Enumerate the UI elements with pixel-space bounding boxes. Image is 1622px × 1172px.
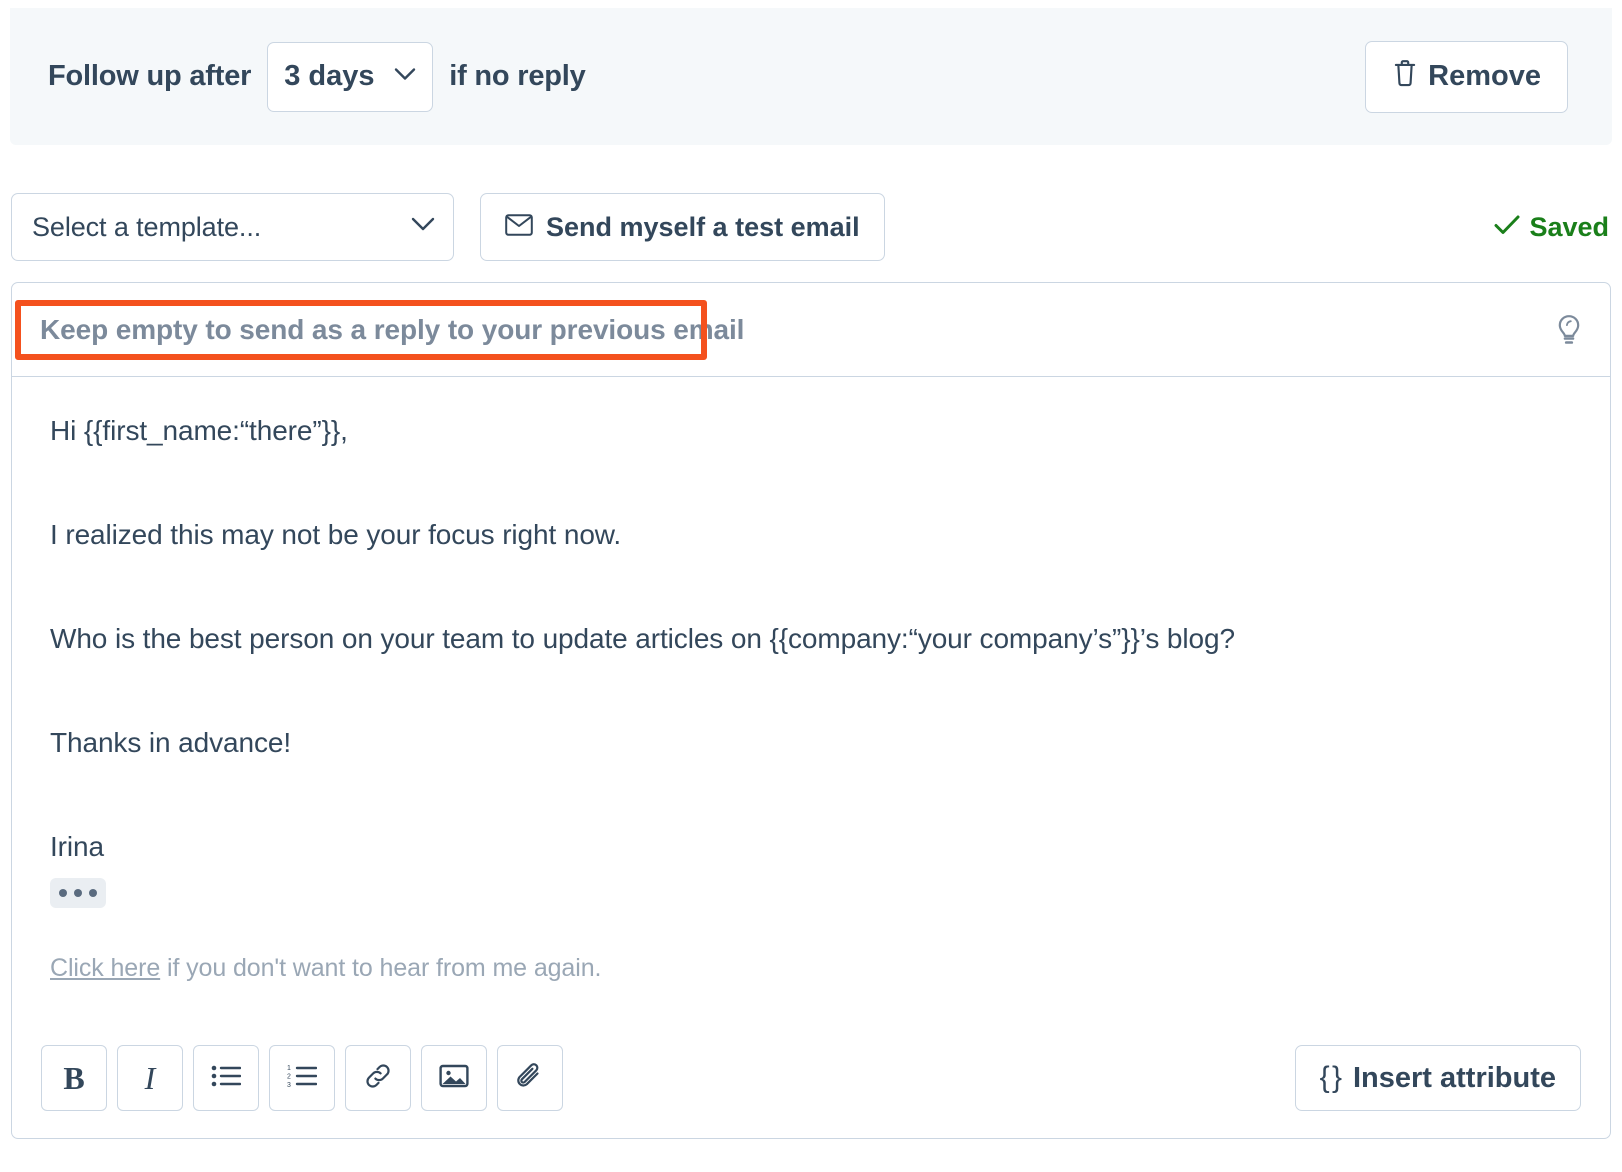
bold-button[interactable]: B: [41, 1045, 107, 1111]
send-test-email-button[interactable]: Send myself a test email: [480, 193, 885, 261]
chevron-down-icon: [411, 217, 435, 237]
check-icon: [1494, 212, 1520, 243]
numbered-list-button[interactable]: 1 2 3: [269, 1045, 335, 1111]
insert-attribute-button[interactable]: { } Insert attribute: [1294, 1045, 1581, 1111]
template-select[interactable]: Select a template...: [11, 193, 454, 261]
dot: [74, 889, 82, 897]
subject-input[interactable]: Keep empty to send as a reply to your pr…: [40, 314, 744, 346]
image-button[interactable]: [421, 1045, 487, 1111]
dot: [89, 889, 97, 897]
paperclip-icon: [516, 1061, 544, 1096]
bullet-list-icon: [211, 1064, 242, 1093]
followup-delay-select[interactable]: 3 days: [267, 41, 434, 112]
body-line-1: I realized this may not be your focus ri…: [50, 519, 622, 550]
followup-email-editor-page: Follow up after 3 days if no reply Remov…: [0, 0, 1622, 1172]
svg-text:3: 3: [287, 1082, 291, 1088]
bullet-list-button[interactable]: [193, 1045, 259, 1111]
italic-icon: I: [144, 1059, 156, 1096]
numbered-list-icon: 1 2 3: [287, 1064, 318, 1093]
insert-attribute-label: Insert attribute: [1352, 1061, 1556, 1094]
followup-settings-group: Follow up after 3 days if no reply: [48, 41, 1365, 112]
followup-label-after: if no reply: [449, 60, 586, 92]
optout-line: Click here if you don't want to hear fro…: [50, 954, 1576, 983]
saved-label: Saved: [1529, 211, 1609, 242]
link-icon: [363, 1061, 393, 1096]
link-button[interactable]: [345, 1045, 411, 1111]
email-body[interactable]: Hi {{first_name:“there”}}, I realized th…: [12, 377, 1610, 983]
trash-icon: [1392, 58, 1418, 96]
body-line-2: Who is the best person on your team to u…: [50, 623, 1235, 654]
image-icon: [439, 1063, 469, 1094]
template-toolbar-row: Select a template... Send myself a test …: [11, 193, 1611, 261]
curly-braces-icon: { }: [1319, 1061, 1342, 1094]
attachment-button[interactable]: [497, 1045, 563, 1111]
svg-text:2: 2: [287, 1073, 291, 1080]
formatting-toolbar: B I 1 2 3 {} Insert attribute: [41, 1045, 1581, 1111]
remove-button[interactable]: Remove: [1365, 40, 1568, 113]
bold-icon: B: [63, 1059, 85, 1096]
body-signature-name: Irina: [50, 831, 104, 862]
followup-settings-bar: Follow up after 3 days if no reply Remov…: [10, 8, 1612, 145]
chevron-down-icon: [394, 67, 416, 86]
body-line-3: Thanks in advance!: [50, 727, 292, 758]
svg-text:1: 1: [287, 1065, 291, 1072]
lightbulb-icon[interactable]: [1554, 313, 1584, 347]
optout-rest: if you don't want to hear from me again.: [160, 954, 602, 982]
remove-button-label: Remove: [1428, 60, 1541, 92]
followup-delay-value: 3 days: [284, 60, 375, 92]
ellipsis-badge[interactable]: [50, 878, 106, 908]
body-line-greeting: Hi {{first_name:“there”}},: [50, 415, 348, 446]
email-editor-card: Keep empty to send as a reply to your pr…: [11, 282, 1611, 1139]
envelope-icon: [505, 212, 533, 243]
saved-status: Saved: [1494, 212, 1611, 243]
template-select-value: Select a template...: [32, 211, 262, 242]
italic-button[interactable]: I: [117, 1045, 183, 1111]
subject-row[interactable]: Keep empty to send as a reply to your pr…: [12, 283, 1610, 377]
send-test-email-label: Send myself a test email: [546, 211, 860, 242]
optout-link[interactable]: Click here: [50, 954, 160, 982]
dot: [59, 889, 67, 897]
followup-label-before: Follow up after: [48, 60, 252, 92]
